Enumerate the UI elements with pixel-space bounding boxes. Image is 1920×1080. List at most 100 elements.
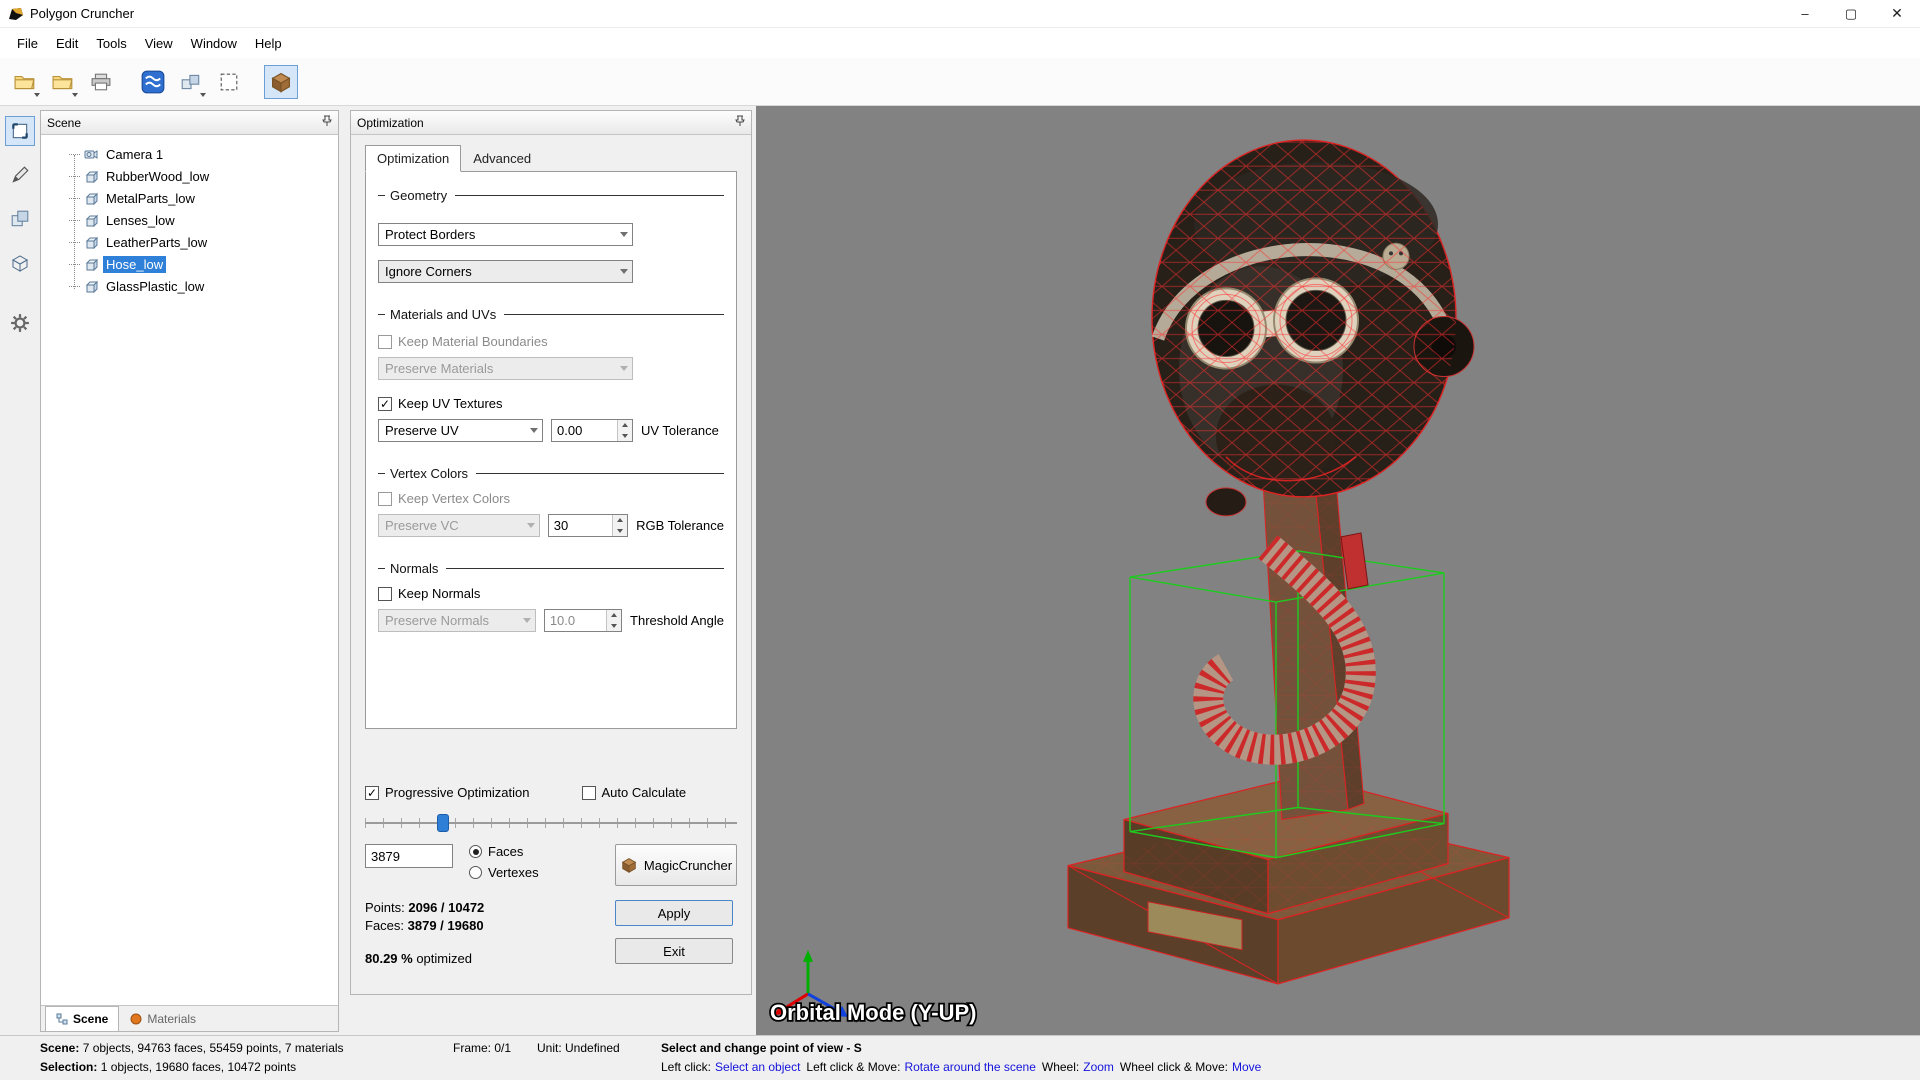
threshold-angle-label: Threshold Angle: [630, 613, 724, 628]
menu-view[interactable]: View: [136, 32, 182, 55]
preserve-vc-dropdown: Preserve VC: [378, 514, 540, 537]
minimize-button[interactable]: –: [1782, 0, 1828, 27]
menu-help[interactable]: Help: [246, 32, 291, 55]
progressive-optimization-label: Progressive Optimization: [385, 785, 530, 800]
tree-item-hose-selected[interactable]: Hose_low: [41, 253, 338, 275]
progressive-optimization-checkbox[interactable]: ✓ Progressive Optimization: [365, 785, 530, 800]
menu-tools[interactable]: Tools: [87, 32, 135, 55]
result-row: Points: 2096 / 10472 Faces: 3879 / 19680…: [365, 900, 737, 966]
points-value: 2096 / 10472: [408, 900, 485, 915]
tab-scene[interactable]: Scene: [45, 1006, 120, 1031]
chevron-down-icon: [620, 366, 628, 371]
bounding-box-button[interactable]: [5, 248, 35, 278]
selection-mode-button[interactable]: [5, 116, 35, 146]
spin-down-icon[interactable]: [618, 430, 632, 441]
menu-file[interactable]: File: [8, 32, 47, 55]
preserve-normals-dropdown: Preserve Normals: [378, 609, 536, 632]
threshold-angle-spinner[interactable]: 10.0: [543, 609, 623, 632]
pin-icon[interactable]: [735, 115, 745, 130]
geometry-section-label: Geometry: [390, 188, 448, 203]
spin-up-icon[interactable]: [618, 420, 632, 431]
tab-optimization[interactable]: Optimization: [365, 145, 462, 172]
cube-icon: [11, 255, 29, 272]
tab-advanced[interactable]: Advanced: [461, 145, 543, 172]
vertex-colors-section: Vertex Colors: [378, 466, 724, 481]
magiccruncher-button[interactable]: MagicCruncher: [615, 844, 737, 886]
clone-group-button[interactable]: [174, 65, 208, 99]
selection-stats-label: Selection:: [40, 1060, 98, 1074]
orbital-mode-label: Orbital Mode (Y-UP): [770, 1000, 976, 1025]
materials-uvs-section: Materials and UVs: [378, 307, 724, 322]
close-button[interactable]: ✕: [1874, 0, 1920, 27]
protect-borders-value: Protect Borders: [385, 227, 476, 242]
exit-button[interactable]: Exit: [615, 938, 733, 964]
chevron-down-icon: [620, 232, 628, 237]
duplicate-object-button[interactable]: [5, 204, 35, 234]
uv-tolerance-spinner[interactable]: 0.00: [551, 419, 633, 442]
open-file-button[interactable]: [46, 65, 80, 99]
rgb-tolerance-spinner[interactable]: 30: [547, 514, 629, 537]
ignore-corners-dropdown[interactable]: Ignore Corners: [378, 260, 633, 283]
menu-window[interactable]: Window: [182, 32, 246, 55]
maximize-button[interactable]: ▢: [1828, 0, 1874, 27]
vertex-colors-section-label: Vertex Colors: [390, 466, 469, 481]
polygon-cruncher-window: Polygon Cruncher – ▢ ✕ File Edit Tools V…: [0, 0, 1920, 1080]
tree-item-camera-1[interactable]: Camera 1: [41, 143, 338, 165]
selection-zone-button[interactable]: [212, 65, 246, 99]
selection-stats: Selection: 1 objects, 19680 faces, 10472…: [40, 1060, 296, 1074]
faces-radio[interactable]: Faces: [469, 844, 539, 859]
spin-up-icon[interactable]: [613, 515, 628, 526]
open-scene-button[interactable]: [8, 65, 42, 99]
tree-item-rubberwood[interactable]: RubberWood_low: [41, 165, 338, 187]
spin-down-icon[interactable]: [607, 620, 622, 631]
mesh-icon: [83, 170, 99, 183]
print-button[interactable]: [84, 65, 118, 99]
slider-thumb[interactable]: [437, 814, 450, 832]
viewport-3d[interactable]: Orbital Mode (Y-UP): [756, 106, 1920, 1035]
preserve-uv-dropdown[interactable]: Preserve UV: [378, 419, 543, 442]
tree-item-lenses[interactable]: Lenses_low: [41, 209, 338, 231]
selection-rectangle-icon: [220, 73, 238, 90]
menu-edit[interactable]: Edit: [47, 32, 87, 55]
tree-item-metalparts[interactable]: MetalParts_low: [41, 187, 338, 209]
clone-group-icon: [181, 74, 200, 89]
material-sphere-icon: [130, 1013, 142, 1024]
scene-stats: Scene: 7 objects, 94763 faces, 55459 poi…: [40, 1041, 344, 1055]
paint-mode-button[interactable]: [5, 160, 35, 190]
threshold-angle-row: Preserve Normals 10.0 Threshold Angle: [378, 609, 724, 632]
chevron-down-icon: [522, 618, 531, 623]
face-count-input[interactable]: [365, 844, 453, 868]
chevron-down-icon: [620, 269, 628, 274]
optimize-button[interactable]: [264, 64, 298, 99]
pin-icon[interactable]: [322, 115, 332, 130]
tree-item-label: Lenses_low: [106, 212, 175, 228]
tree-item-leatherparts[interactable]: LeatherParts_low: [41, 231, 338, 253]
faces-radio-label: Faces: [488, 844, 524, 859]
keep-material-boundaries-checkbox[interactable]: Keep Material Boundaries: [378, 334, 724, 349]
tree-item-label: Camera 1: [106, 146, 164, 162]
keep-vertex-colors-checkbox[interactable]: Keep Vertex Colors: [378, 491, 724, 506]
preserve-materials-value: Preserve Materials: [385, 361, 494, 376]
auto-calculate-checkbox[interactable]: Auto Calculate: [581, 785, 686, 800]
keep-uv-textures-checkbox[interactable]: ✓ Keep UV Textures: [378, 396, 724, 411]
mesh-icon: [83, 214, 99, 227]
settings-button[interactable]: [5, 308, 35, 338]
checkbox-box: [378, 586, 392, 601]
rgb-tolerance-value: 30: [553, 518, 569, 533]
protect-borders-dropdown[interactable]: Protect Borders: [378, 223, 633, 246]
preserve-materials-dropdown: Preserve Materials: [378, 357, 633, 380]
scene-stats-label: Scene:: [40, 1041, 80, 1055]
tab-materials[interactable]: Materials: [119, 1006, 207, 1031]
camera-icon: [83, 148, 99, 160]
keep-vertex-colors-label: Keep Vertex Colors: [398, 491, 511, 506]
tree-item-glassplastic[interactable]: GlassPlastic_low: [41, 275, 338, 297]
keep-normals-checkbox[interactable]: Keep Normals: [378, 586, 724, 601]
spin-up-icon[interactable]: [607, 610, 622, 621]
chevron-down-icon: [526, 523, 535, 528]
vertexes-radio[interactable]: Vertexes: [469, 865, 539, 880]
apply-button[interactable]: Apply: [615, 900, 733, 926]
textures-button[interactable]: [136, 65, 170, 99]
spin-down-icon[interactable]: [613, 525, 628, 536]
geometry-section: Geometry: [378, 188, 724, 203]
optimization-slider[interactable]: [365, 814, 737, 832]
